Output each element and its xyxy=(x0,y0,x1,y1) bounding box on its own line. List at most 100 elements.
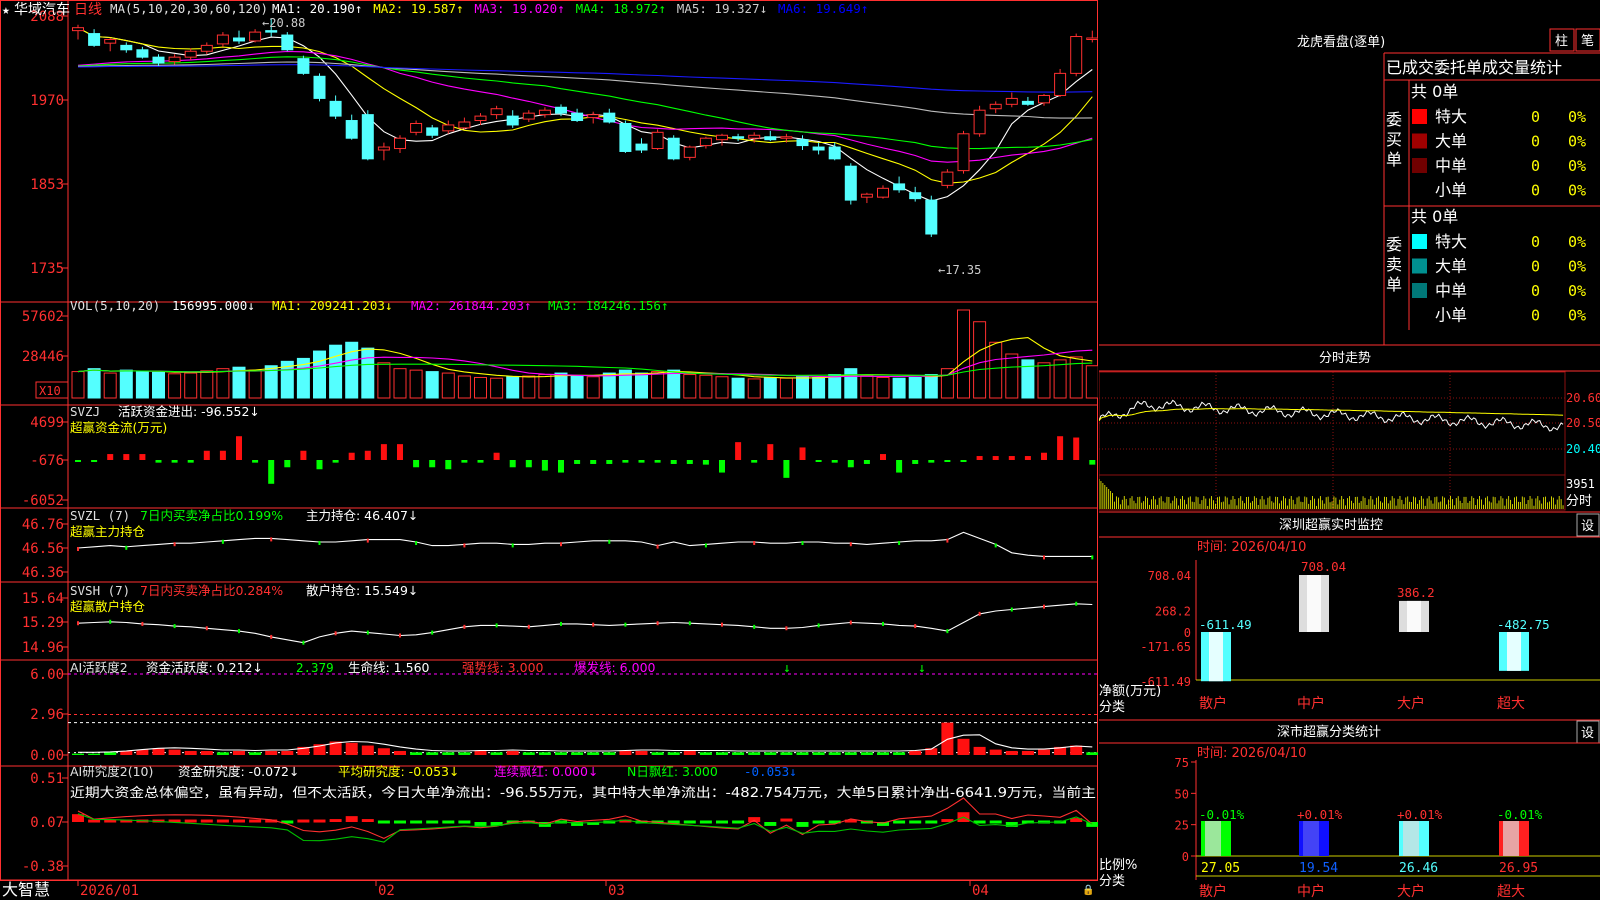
flow-bar[interactable] xyxy=(912,460,919,464)
flow-bar[interactable] xyxy=(896,460,903,473)
candle[interactable] xyxy=(538,109,551,116)
volume-bar[interactable] xyxy=(441,372,455,399)
activity-bar[interactable] xyxy=(88,753,101,755)
candle[interactable] xyxy=(329,100,342,117)
volume-bar[interactable] xyxy=(377,362,391,399)
volume-bar[interactable] xyxy=(747,378,761,399)
favorite-star-icon[interactable]: ★ xyxy=(2,3,10,18)
lock-icon[interactable]: 🔒 xyxy=(1082,884,1094,896)
volume-bar[interactable] xyxy=(184,372,198,399)
research-bar[interactable] xyxy=(699,820,712,824)
research-bar[interactable] xyxy=(796,822,809,827)
candle[interactable] xyxy=(136,49,149,58)
research-bar[interactable] xyxy=(345,816,358,822)
volume-bar[interactable] xyxy=(409,369,423,399)
flow-bar[interactable] xyxy=(445,460,452,470)
volume-bar[interactable] xyxy=(168,373,182,399)
research-bar[interactable] xyxy=(812,820,825,824)
volume-bar[interactable] xyxy=(457,375,471,399)
flow-bar[interactable] xyxy=(525,460,532,468)
volume-bar[interactable] xyxy=(1085,365,1098,399)
volume-bar[interactable] xyxy=(586,376,600,399)
volume-bar[interactable] xyxy=(216,368,230,399)
stats-bars[interactable]: 75 50 25 0 -0.01% 27.05 散户 +0.01% 19.54 中户 +0.01% 2… xyxy=(1175,756,1600,900)
volume-bar[interactable] xyxy=(87,368,101,399)
volume-bar[interactable] xyxy=(135,371,149,399)
candle[interactable] xyxy=(925,199,938,235)
activity-bar[interactable] xyxy=(1005,750,1018,755)
research-bar[interactable] xyxy=(780,818,793,822)
flow-bar[interactable] xyxy=(203,450,210,460)
volume-bar[interactable] xyxy=(329,344,343,399)
flow-bar[interactable] xyxy=(863,460,870,464)
volume-bar[interactable] xyxy=(989,341,1003,399)
flow-bar[interactable] xyxy=(171,460,178,463)
flow-bar[interactable] xyxy=(429,460,436,468)
candle[interactable] xyxy=(426,127,439,136)
flow-bar[interactable] xyxy=(799,447,806,460)
activity-bar[interactable] xyxy=(828,752,841,755)
candle[interactable] xyxy=(667,137,680,160)
volume-bar[interactable] xyxy=(200,370,214,399)
candlestick-series[interactable] xyxy=(72,18,1098,237)
flow-bar[interactable] xyxy=(236,436,242,460)
flow-bar[interactable] xyxy=(413,460,420,468)
candle[interactable] xyxy=(555,106,567,114)
flow-bar[interactable] xyxy=(622,460,629,463)
candle[interactable] xyxy=(184,50,197,58)
flow-bar[interactable] xyxy=(1057,436,1064,460)
candle[interactable] xyxy=(410,122,423,133)
activity-bar[interactable] xyxy=(877,752,889,755)
activity-bar[interactable] xyxy=(764,752,777,755)
candle[interactable] xyxy=(361,114,374,160)
activity-bar[interactable] xyxy=(780,752,793,755)
volume-bar[interactable] xyxy=(715,376,729,399)
activity-bar[interactable] xyxy=(893,752,906,755)
activity-bar[interactable] xyxy=(796,752,809,755)
volume-bar[interactable] xyxy=(538,374,552,399)
activity-bar[interactable] xyxy=(522,752,535,755)
research-bar[interactable] xyxy=(683,820,696,824)
candle[interactable] xyxy=(603,112,616,123)
flow-bar[interactable] xyxy=(187,460,194,463)
flow-bar[interactable] xyxy=(1008,456,1015,460)
candle[interactable] xyxy=(377,146,390,151)
activity-bar[interactable] xyxy=(683,750,696,755)
flow-bar[interactable] xyxy=(847,460,854,468)
flow-bar[interactable] xyxy=(960,460,967,462)
intraday-section[interactable]: 分时走势 20.60 20.50 20.40 3951 分时 xyxy=(1099,344,1600,511)
research-bar[interactable] xyxy=(200,819,213,823)
activity-bar[interactable] xyxy=(265,750,278,755)
activity-bar[interactable] xyxy=(587,752,600,755)
flow-bar[interactable] xyxy=(590,460,597,464)
activity-bar[interactable] xyxy=(490,752,503,755)
research-bar[interactable] xyxy=(394,820,406,824)
candle[interactable] xyxy=(635,143,648,151)
flow-bar[interactable] xyxy=(219,450,226,460)
flow-bar[interactable] xyxy=(332,460,339,463)
activity-bar[interactable] xyxy=(377,748,390,755)
flow-bar[interactable] xyxy=(783,460,790,478)
activity-bar[interactable] xyxy=(249,752,262,755)
volume-series[interactable] xyxy=(71,309,1098,399)
candle[interactable] xyxy=(619,122,632,152)
flow-bar[interactable] xyxy=(91,460,98,462)
monitor-bar[interactable]: 708.04 xyxy=(1299,559,1346,632)
flow-bar[interactable] xyxy=(364,450,371,460)
candle[interactable] xyxy=(716,134,728,141)
candle[interactable] xyxy=(104,38,117,44)
flow-bar[interactable] xyxy=(735,442,742,460)
activity-bar[interactable] xyxy=(200,750,213,755)
flow-bar[interactable] xyxy=(268,460,275,484)
activity-bar[interactable] xyxy=(909,750,922,755)
candle[interactable] xyxy=(699,137,712,147)
flow-bar[interactable] xyxy=(767,444,774,460)
flow-bar[interactable] xyxy=(606,460,613,464)
flow-bar[interactable] xyxy=(1073,437,1080,460)
flow-bar[interactable] xyxy=(107,454,114,460)
activity-bar[interactable] xyxy=(1086,752,1098,755)
candle[interactable] xyxy=(88,33,101,46)
flow-bar[interactable] xyxy=(944,460,951,462)
flow-bar[interactable] xyxy=(654,460,661,463)
volume-bar[interactable] xyxy=(667,369,681,399)
